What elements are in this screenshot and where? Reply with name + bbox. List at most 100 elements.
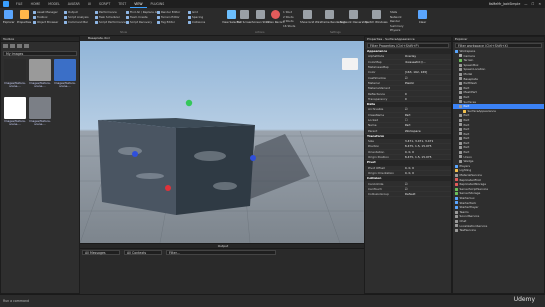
ribbon-item-performance[interactable]: Performance (95, 10, 117, 14)
context-filter-dropdown[interactable]: All Contexts (124, 250, 162, 255)
ribbon-item-label: Object Browser (37, 20, 59, 24)
property-value[interactable]: ☑ (403, 76, 451, 80)
explorer-search[interactable]: Filter workspace (Ctrl+Shift+X) (455, 43, 542, 48)
stud-option[interactable]: 4 Studs (283, 19, 294, 23)
ribbon-item-grid[interactable]: Grid (188, 10, 198, 14)
toolbox-image-label[interactable]: Images/Texture-scene-... (4, 119, 27, 126)
property-value[interactable]: 0, 0, 0 (403, 150, 451, 154)
stud-option[interactable]: 16 Studs (283, 24, 295, 28)
property-value[interactable]: Part (403, 113, 451, 117)
stud-option[interactable]: 2 Studs (283, 15, 294, 19)
menu-model[interactable]: MODEL (44, 0, 64, 8)
property-value[interactable]: rbxassetid://... (403, 60, 451, 64)
minimize-icon[interactable]: — (524, 2, 527, 6)
toolbox-image-label[interactable]: Images/Texture-scene-... (29, 81, 52, 88)
ribbon-item-asset-manager[interactable]: Asset Manager (33, 10, 58, 14)
stats-option-render[interactable]: Render (390, 19, 400, 23)
ribbon-item-terrain-editor[interactable]: Terrain Editor (157, 15, 180, 19)
property-value[interactable]: 0, 0, 0 (403, 166, 451, 170)
explorer-item[interactable]: TestService (453, 228, 544, 233)
menu-file[interactable]: FILE (12, 0, 27, 8)
toolbox-search[interactable]: My Images (3, 51, 77, 56)
menu-home[interactable]: HOME (27, 0, 45, 8)
property-value[interactable]: Part (403, 123, 451, 127)
output-filter-input[interactable]: Filter... (166, 250, 276, 255)
stats-option-physics[interactable]: Physics (390, 28, 400, 32)
property-value[interactable]: ☐ (403, 118, 451, 122)
property-value[interactable]: ☑ (403, 107, 451, 111)
property-row[interactable]: CollisionGroup Default (365, 192, 451, 198)
ribbon-item-script-performance[interactable]: Script Performance (95, 20, 126, 24)
property-value[interactable]: 8.475, 1.5, 15.075 (403, 144, 451, 148)
stats-option-stats[interactable]: Stats (390, 10, 397, 14)
property-value[interactable]: ☑ (403, 187, 451, 191)
switch-windows-button[interactable]: Switch Windows (365, 10, 388, 24)
clear-button[interactable]: Clear (418, 10, 427, 24)
stud-option[interactable]: 1 Stud (283, 10, 292, 14)
toolbox-image-label[interactable]: Images/Texture-scene-... (29, 119, 52, 126)
video-record-button[interactable]: Video Record (266, 10, 284, 24)
property-value[interactable]: Plastic (403, 81, 451, 85)
menu-ui[interactable]: UI (84, 0, 95, 8)
move-handle-blue-right[interactable] (250, 155, 256, 161)
ribbon-item-object-browser[interactable]: Object Browser (33, 20, 58, 24)
explorer-button[interactable]: Explorer (3, 10, 15, 24)
menu-avatar[interactable]: AVATAR (64, 0, 84, 8)
property-value[interactable]: 0 (403, 92, 451, 96)
ribbon-item-command-bar[interactable]: Command Bar (64, 20, 88, 24)
ribbon-item-team-create[interactable]: Team Create (126, 15, 148, 19)
full-screen-button[interactable]: Full Screen (237, 10, 252, 24)
maximize-icon[interactable]: ☐ (531, 2, 534, 6)
property-value[interactable]: [163, 162, 165] (403, 70, 451, 74)
creations-icon[interactable] (24, 44, 29, 48)
ribbon-item-script-recovery[interactable]: Script Recovery (126, 20, 152, 24)
ribbon-item-render-editor[interactable]: Render Editor (157, 10, 180, 14)
ribbon-item-task-scheduler[interactable]: Task Scheduler (95, 15, 120, 19)
ribbon-item-collisions[interactable]: Collisions (188, 20, 205, 24)
properties-search[interactable]: Filter Properties (Ctrl+Shift+P) (367, 43, 449, 48)
network-ownership-button[interactable]: Network Ownership (340, 10, 367, 24)
explorer-title: Explorer (453, 37, 544, 42)
property-value[interactable]: 0, 0, 0 (403, 171, 451, 175)
menu-script[interactable]: SCRIPT (95, 0, 114, 8)
3d-viewport[interactable]: Baseplate.rbxl (80, 36, 364, 243)
property-value[interactable]: Workspace (403, 129, 451, 133)
property-value[interactable]: Overlay (403, 54, 451, 58)
ribbon-item-tag-editor[interactable]: Tag Editor (157, 20, 175, 24)
toolbox-image-thumbnail[interactable] (4, 97, 26, 119)
message-filter-dropdown[interactable]: All Messages (82, 250, 120, 255)
properties-button[interactable]: Properties (17, 10, 31, 24)
toolbox-image-label[interactable]: Images/Texture-scene-... (4, 81, 27, 88)
property-value[interactable]: 8.475, 1.5, 15.075 (403, 155, 451, 159)
toolbox-image-thumbnail[interactable] (54, 59, 76, 81)
show-grid-button[interactable]: Show Grid (300, 10, 314, 24)
property-value[interactable]: Default (403, 192, 451, 196)
view-cube[interactable] (342, 58, 358, 70)
close-icon[interactable]: ✕ (538, 2, 541, 6)
ribbon-item-script-analysis[interactable]: Script Analysis (64, 15, 89, 19)
user-name[interactable]: ItsMeMr_JackSimple (489, 2, 521, 6)
property-value[interactable]: 0 (403, 97, 451, 101)
menu-test[interactable]: TEST (114, 0, 130, 8)
marketplace-icon[interactable] (10, 44, 15, 48)
ribbon-item-spacing[interactable]: Spacing (188, 15, 203, 19)
toolbox-image-label[interactable]: Images/Texture-scene-... (54, 81, 77, 88)
inventory-icon[interactable] (3, 44, 8, 48)
property-value[interactable]: ☑ (403, 182, 451, 186)
toolbox-image-thumbnail[interactable] (4, 59, 26, 81)
move-handle-blue-left[interactable] (132, 151, 138, 157)
stats-option-summary[interactable]: Summary (390, 24, 404, 28)
command-bar[interactable]: Run a command (3, 298, 103, 304)
ribbon-item-toolbox[interactable]: Toolbox (33, 15, 48, 19)
stats-option-network[interactable]: Network (390, 15, 402, 19)
menu-view[interactable]: VIEW (130, 0, 147, 8)
recent-icon[interactable] (17, 44, 22, 48)
toolbox-image-thumbnail[interactable] (29, 97, 51, 119)
property-value[interactable]: 3.471, 3.471, 3.471 (403, 139, 451, 143)
ribbon-item-find-all-replace-all[interactable]: Find All / Replace All (126, 10, 158, 14)
move-handle-green[interactable] (185, 99, 193, 107)
ribbon-item-output[interactable]: Output (64, 10, 78, 14)
menu-plugins[interactable]: PLUGINS (147, 0, 169, 8)
move-handle-red[interactable] (165, 185, 171, 191)
toolbox-image-thumbnail[interactable] (29, 59, 51, 81)
